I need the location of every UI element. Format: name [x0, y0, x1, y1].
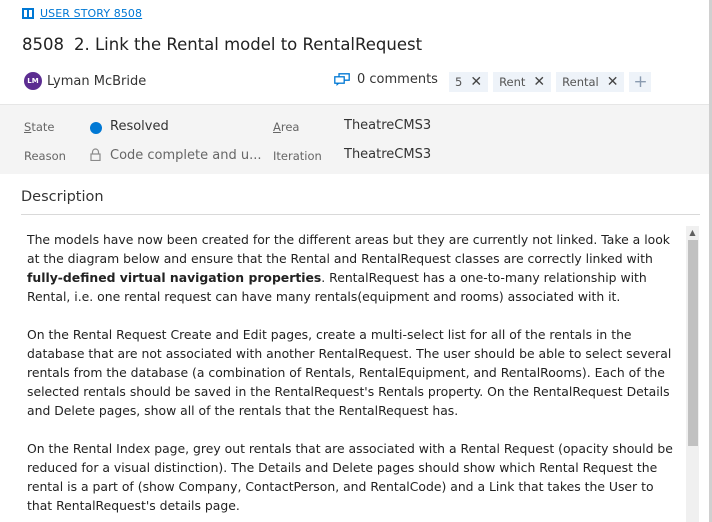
- scroll-up-arrow-icon[interactable]: ▲: [686, 226, 699, 239]
- reason-field: Code complete and u...: [110, 148, 262, 163]
- description-text: The models have now been created for the…: [27, 232, 670, 266]
- tag-label: Rent: [499, 75, 526, 89]
- book-icon: [22, 8, 34, 19]
- state-field[interactable]: Resolved: [110, 119, 169, 134]
- description-paragraph: The models have now been created for the…: [27, 230, 681, 306]
- iteration-field[interactable]: TheatreCMS3: [344, 147, 431, 162]
- work-item-id: 8508: [22, 35, 64, 54]
- plus-icon[interactable]: +: [629, 72, 652, 92]
- scrollbar-thumb[interactable]: [688, 240, 698, 446]
- assignee-name: Lyman McBride: [47, 73, 147, 89]
- work-item-fields: State Resolved Reason Code complete and …: [0, 104, 712, 174]
- area-field[interactable]: TheatreCMS3: [344, 118, 431, 133]
- area-label: Area: [273, 120, 300, 134]
- close-icon[interactable]: ✕: [533, 75, 545, 89]
- tag-label: Rental: [562, 75, 599, 89]
- close-icon[interactable]: ✕: [607, 75, 619, 89]
- work-item-header: USER STORY 8508 8508 2. Link the Rental m…: [0, 0, 712, 104]
- comments-link[interactable]: 0 comments: [334, 72, 438, 87]
- work-item-type-breadcrumb: USER STORY 8508: [22, 7, 142, 20]
- iteration-label: Iteration: [273, 149, 322, 163]
- reason-label: Reason: [24, 149, 66, 163]
- tag[interactable]: Rent ✕: [493, 72, 552, 92]
- comments-count: 0 comments: [357, 72, 438, 87]
- description-editor[interactable]: The models have now been created for the…: [27, 230, 681, 522]
- description-paragraph: On the Rental Request Create and Edit pa…: [27, 327, 672, 418]
- description-paragraph: On the Rental Index page, grey out renta…: [27, 441, 673, 513]
- lock-icon: [90, 148, 101, 161]
- state-dot-icon: [90, 122, 102, 134]
- description-bold-text: fully-defined virtual navigation propert…: [27, 270, 322, 285]
- tag[interactable]: Rental ✕: [556, 72, 625, 92]
- tag[interactable]: 5 ✕: [449, 72, 489, 92]
- work-item-type-link[interactable]: USER STORY 8508: [40, 7, 142, 20]
- comment-icon: [334, 72, 350, 86]
- divider: [21, 214, 700, 215]
- work-item-title[interactable]: 8508 2. Link the Rental model to RentalRe…: [22, 35, 422, 54]
- assignee-picker[interactable]: LM Lyman McBride: [24, 72, 146, 90]
- work-item-title-text[interactable]: 2. Link the Rental model to RentalReques…: [74, 35, 422, 54]
- close-icon[interactable]: ✕: [470, 75, 482, 89]
- tag-label: 5: [455, 75, 463, 89]
- avatar: LM: [24, 72, 42, 90]
- state-label: State: [24, 120, 55, 134]
- tag-list: 5 ✕ Rent ✕ Rental ✕ +: [449, 72, 652, 92]
- description-heading: Description: [21, 189, 104, 205]
